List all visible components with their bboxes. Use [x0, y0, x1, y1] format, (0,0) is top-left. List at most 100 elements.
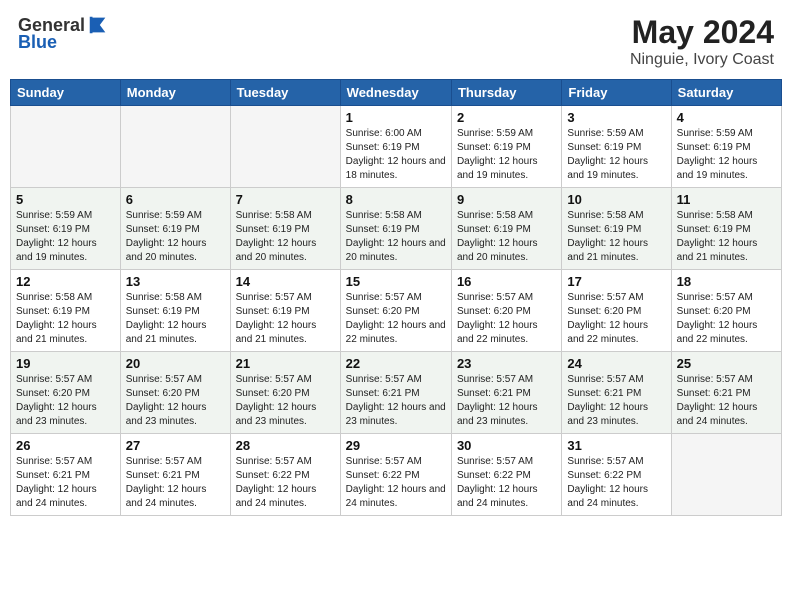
day-info: Sunrise: 5:57 AM Sunset: 6:22 PM Dayligh…: [457, 455, 556, 511]
calendar-cell: 9 Sunrise: 5:58 AM Sunset: 6:19 PM Daylig…: [451, 188, 561, 270]
day-info: Sunrise: 5:57 AM Sunset: 6:20 PM Dayligh…: [567, 291, 665, 347]
day-info: Sunrise: 5:58 AM Sunset: 6:19 PM Dayligh…: [567, 209, 665, 265]
calendar-cell: 24 Sunrise: 5:57 AM Sunset: 6:21 PM Dayli…: [562, 352, 671, 434]
calendar-cell: 16 Sunrise: 5:57 AM Sunset: 6:20 PM Dayli…: [451, 270, 561, 352]
month-title: May 2024: [630, 14, 774, 51]
day-info: Sunrise: 5:58 AM Sunset: 6:19 PM Dayligh…: [16, 291, 115, 347]
logo-flag-icon: [87, 14, 109, 36]
day-info: Sunrise: 5:59 AM Sunset: 6:19 PM Dayligh…: [16, 209, 115, 265]
calendar-cell: 13Sunrise: 5:58 AM Sunset: 6:19 PM Dayli…: [120, 270, 230, 352]
day-number: 14: [236, 274, 335, 289]
calendar-week-row: 26 Sunrise: 5:57 AM Sunset: 6:21 PM Dayli…: [11, 434, 782, 516]
calendar-cell: [11, 106, 121, 188]
day-number: 10: [567, 192, 665, 207]
day-number: 17: [567, 274, 665, 289]
calendar-table: SundayMondayTuesdayWednesdayThursdayFrid…: [10, 79, 782, 516]
day-number: 12: [16, 274, 115, 289]
day-number: 25: [677, 356, 776, 371]
day-info: Sunrise: 5:57 AM Sunset: 6:21 PM Dayligh…: [677, 373, 776, 429]
calendar-cell: 1Sunrise: 6:00 AM Sunset: 6:19 PM Daylig…: [340, 106, 451, 188]
day-number: 9: [457, 192, 556, 207]
day-number: 22: [346, 356, 446, 371]
day-number: 23: [457, 356, 556, 371]
location: Ninguie, Ivory Coast: [630, 51, 774, 69]
day-number: 7: [236, 192, 335, 207]
calendar-cell: 28 Sunrise: 5:57 AM Sunset: 6:22 PM Dayli…: [230, 434, 340, 516]
day-info: Sunrise: 5:57 AM Sunset: 6:22 PM Dayligh…: [567, 455, 665, 511]
day-info: Sunrise: 5:58 AM Sunset: 6:19 PM Dayligh…: [677, 209, 776, 265]
calendar-cell: 12 Sunrise: 5:58 AM Sunset: 6:19 PM Dayli…: [11, 270, 121, 352]
day-header-sunday: Sunday: [11, 80, 121, 106]
day-header-thursday: Thursday: [451, 80, 561, 106]
day-number: 2: [457, 110, 556, 125]
day-number: 31: [567, 438, 665, 453]
calendar-cell: 26 Sunrise: 5:57 AM Sunset: 6:21 PM Dayli…: [11, 434, 121, 516]
calendar-cell: 27 Sunrise: 5:57 AM Sunset: 6:21 PM Dayli…: [120, 434, 230, 516]
day-number: 27: [126, 438, 225, 453]
calendar-cell: 6 Sunrise: 5:59 AM Sunset: 6:19 PM Daylig…: [120, 188, 230, 270]
calendar-cell: [120, 106, 230, 188]
logo: General Blue: [18, 14, 109, 53]
day-number: 30: [457, 438, 556, 453]
calendar-cell: 25 Sunrise: 5:57 AM Sunset: 6:21 PM Dayli…: [671, 352, 781, 434]
calendar-cell: 5 Sunrise: 5:59 AM Sunset: 6:19 PM Daylig…: [11, 188, 121, 270]
day-info: Sunrise: 5:58 AM Sunset: 6:19 PM Dayligh…: [457, 209, 556, 265]
day-info: Sunrise: 5:58 AM Sunset: 6:19 PM Dayligh…: [126, 291, 225, 347]
day-info: Sunrise: 5:57 AM Sunset: 6:20 PM Dayligh…: [16, 373, 115, 429]
day-info: Sunrise: 5:57 AM Sunset: 6:19 PM Dayligh…: [236, 291, 335, 347]
calendar-week-row: 1Sunrise: 6:00 AM Sunset: 6:19 PM Daylig…: [11, 106, 782, 188]
day-info: Sunrise: 5:57 AM Sunset: 6:20 PM Dayligh…: [346, 291, 446, 347]
calendar-cell: [671, 434, 781, 516]
calendar-cell: 23Sunrise: 5:57 AM Sunset: 6:21 PM Dayli…: [451, 352, 561, 434]
calendar-week-row: 19 Sunrise: 5:57 AM Sunset: 6:20 PM Dayli…: [11, 352, 782, 434]
day-info: Sunrise: 5:58 AM Sunset: 6:19 PM Dayligh…: [346, 209, 446, 265]
day-number: 6: [126, 192, 225, 207]
day-number: 3: [567, 110, 665, 125]
day-info: Sunrise: 5:57 AM Sunset: 6:21 PM Dayligh…: [567, 373, 665, 429]
day-number: 20: [126, 356, 225, 371]
day-number: 19: [16, 356, 115, 371]
calendar-cell: 3Sunrise: 5:59 AM Sunset: 6:19 PM Daylig…: [562, 106, 671, 188]
day-info: Sunrise: 5:57 AM Sunset: 6:20 PM Dayligh…: [126, 373, 225, 429]
day-info: Sunrise: 5:57 AM Sunset: 6:20 PM Dayligh…: [236, 373, 335, 429]
day-number: 11: [677, 192, 776, 207]
day-header-tuesday: Tuesday: [230, 80, 340, 106]
title-block: May 2024 Ninguie, Ivory Coast: [630, 14, 774, 69]
day-info: Sunrise: 5:57 AM Sunset: 6:20 PM Dayligh…: [457, 291, 556, 347]
day-info: Sunrise: 5:57 AM Sunset: 6:22 PM Dayligh…: [236, 455, 335, 511]
day-number: 5: [16, 192, 115, 207]
day-number: 1: [346, 110, 446, 125]
day-header-wednesday: Wednesday: [340, 80, 451, 106]
day-number: 29: [346, 438, 446, 453]
calendar-cell: 17 Sunrise: 5:57 AM Sunset: 6:20 PM Dayli…: [562, 270, 671, 352]
day-info: Sunrise: 5:57 AM Sunset: 6:20 PM Dayligh…: [677, 291, 776, 347]
day-number: 16: [457, 274, 556, 289]
calendar-week-row: 12 Sunrise: 5:58 AM Sunset: 6:19 PM Dayli…: [11, 270, 782, 352]
day-number: 18: [677, 274, 776, 289]
day-info: Sunrise: 5:57 AM Sunset: 6:21 PM Dayligh…: [16, 455, 115, 511]
calendar-cell: 7Sunrise: 5:58 AM Sunset: 6:19 PM Daylig…: [230, 188, 340, 270]
day-number: 28: [236, 438, 335, 453]
page-header: General Blue May 2024 Ninguie, Ivory Coa…: [10, 10, 782, 73]
day-header-monday: Monday: [120, 80, 230, 106]
day-info: Sunrise: 5:59 AM Sunset: 6:19 PM Dayligh…: [126, 209, 225, 265]
calendar-cell: 30 Sunrise: 5:57 AM Sunset: 6:22 PM Dayli…: [451, 434, 561, 516]
day-header-friday: Friday: [562, 80, 671, 106]
calendar-cell: 14 Sunrise: 5:57 AM Sunset: 6:19 PM Dayli…: [230, 270, 340, 352]
day-number: 24: [567, 356, 665, 371]
day-info: Sunrise: 5:57 AM Sunset: 6:21 PM Dayligh…: [346, 373, 446, 429]
day-number: 8: [346, 192, 446, 207]
day-number: 21: [236, 356, 335, 371]
calendar-cell: 11 Sunrise: 5:58 AM Sunset: 6:19 PM Dayli…: [671, 188, 781, 270]
calendar-cell: 29 Sunrise: 5:57 AM Sunset: 6:22 PM Dayli…: [340, 434, 451, 516]
day-info: Sunrise: 5:59 AM Sunset: 6:19 PM Dayligh…: [457, 127, 556, 183]
day-info: Sunrise: 5:57 AM Sunset: 6:21 PM Dayligh…: [126, 455, 225, 511]
calendar-cell: 10 Sunrise: 5:58 AM Sunset: 6:19 PM Dayli…: [562, 188, 671, 270]
day-info: Sunrise: 5:57 AM Sunset: 6:22 PM Dayligh…: [346, 455, 446, 511]
calendar-cell: 31 Sunrise: 5:57 AM Sunset: 6:22 PM Dayli…: [562, 434, 671, 516]
day-header-saturday: Saturday: [671, 80, 781, 106]
calendar-cell: 21 Sunrise: 5:57 AM Sunset: 6:20 PM Dayli…: [230, 352, 340, 434]
calendar-cell: 18 Sunrise: 5:57 AM Sunset: 6:20 PM Dayli…: [671, 270, 781, 352]
calendar-cell: 20 Sunrise: 5:57 AM Sunset: 6:20 PM Dayli…: [120, 352, 230, 434]
day-number: 26: [16, 438, 115, 453]
